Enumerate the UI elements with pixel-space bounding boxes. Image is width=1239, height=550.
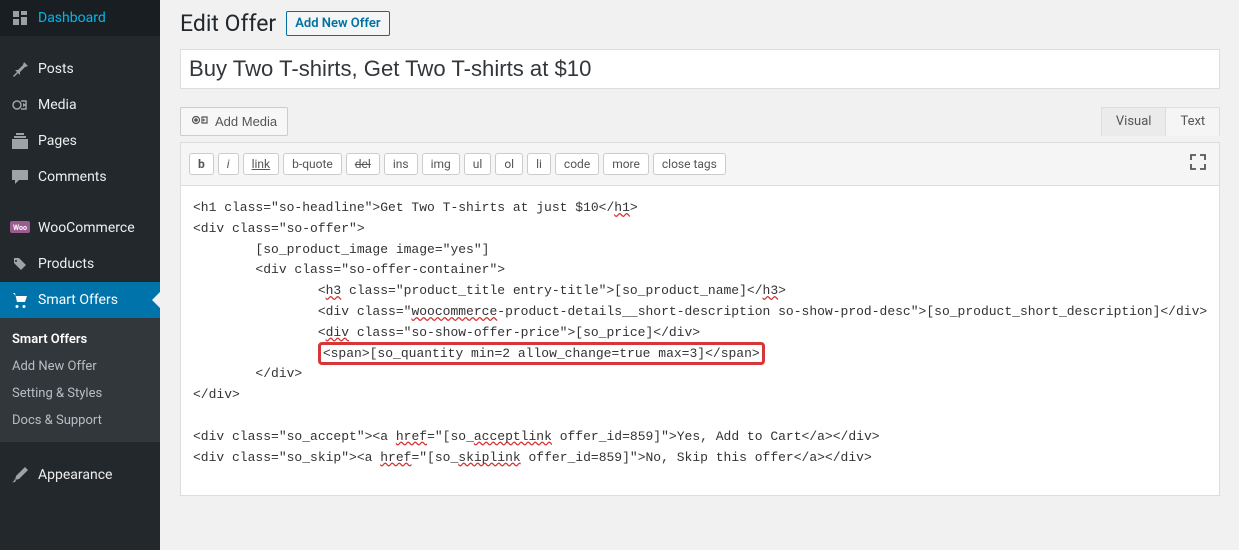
qt-ins-button[interactable]: ins [384,153,418,175]
sidebar-separator [0,447,160,452]
pages-icon [10,131,30,151]
content-textarea[interactable]: <h1 class="so-headline">Get Two T-shirts… [180,186,1220,496]
pin-icon [10,59,30,79]
admin-sidebar: Dashboard Posts Media Pages Comments Woo… [0,0,160,550]
sidebar-item-label: Posts [38,61,74,77]
page-header: Edit Offer Add New Offer [180,10,1220,37]
post-title-input[interactable] [180,49,1220,89]
sidebar-item-label: Appearance [38,467,112,483]
submenu-item-add-new-offer[interactable]: Add New Offer [0,353,160,380]
sidebar-item-label: Media [38,97,77,113]
qt-ul-button[interactable]: ul [464,153,492,175]
sidebar-item-dashboard[interactable]: Dashboard [0,0,160,36]
svg-text:Woo: Woo [13,224,27,232]
editor-tabs: Visual Text [1102,107,1220,136]
sidebar-item-woocommerce[interactable]: Woo WooCommerce [0,210,160,246]
qt-del-button[interactable]: del [346,153,380,175]
sidebar-item-smart-offers[interactable]: Smart Offers [0,282,160,318]
sidebar-item-label: Smart Offers [38,292,118,308]
sidebar-item-appearance[interactable]: Appearance [0,457,160,493]
qt-ol-button[interactable]: ol [495,153,523,175]
highlighted-shortcode: <span>[so_quantity min=2 allow_change=tr… [318,342,765,365]
submenu-item-setting-styles[interactable]: Setting & Styles [0,380,160,407]
sidebar-item-label: WooCommerce [38,220,135,236]
comments-icon [10,167,30,187]
sidebar-item-products[interactable]: Products [0,246,160,282]
qt-italic-button[interactable]: i [218,153,239,175]
add-media-label: Add Media [215,114,277,129]
tab-visual[interactable]: Visual [1101,107,1167,136]
products-icon [10,254,30,274]
submenu-item-docs-support[interactable]: Docs & Support [0,407,160,434]
qt-link-button[interactable]: link [243,153,280,175]
add-media-button[interactable]: Add Media [180,107,288,136]
sidebar-item-label: Products [38,256,94,272]
sidebar-submenu: Smart Offers Add New Offer Setting & Sty… [0,318,160,442]
cart-icon [10,290,30,310]
dashboard-icon [10,8,30,28]
qt-more-button[interactable]: more [603,153,649,175]
media-icon [10,95,30,115]
qt-li-button[interactable]: li [527,153,551,175]
add-new-offer-button[interactable]: Add New Offer [286,11,389,36]
submenu-item-smart-offers[interactable]: Smart Offers [0,326,160,353]
sidebar-item-comments[interactable]: Comments [0,159,160,195]
sidebar-item-media[interactable]: Media [0,87,160,123]
sidebar-separator [0,200,160,205]
qt-bquote-button[interactable]: b-quote [283,153,342,175]
woocommerce-icon: Woo [10,218,30,238]
editor-code-content: <h1 class="so-headline">Get Two T-shirts… [193,198,1207,468]
sidebar-item-label: Dashboard [38,10,106,26]
qt-bold-button[interactable]: b [189,153,214,175]
main-content: Edit Offer Add New Offer Add Media Visua… [160,0,1239,550]
quicktags-toolbar: b i link b-quote del ins img ul ol li co… [180,142,1220,186]
tab-text[interactable]: Text [1165,107,1220,136]
sidebar-item-label: Pages [38,133,77,149]
sidebar-item-posts[interactable]: Posts [0,51,160,87]
camera-music-icon [191,113,209,130]
qt-code-button[interactable]: code [555,153,599,175]
sidebar-item-label: Comments [38,169,107,185]
fullscreen-icon[interactable] [1185,149,1211,179]
sidebar-separator [0,41,160,46]
qt-close-tags-button[interactable]: close tags [653,153,726,175]
page-title: Edit Offer [180,10,276,37]
sidebar-item-pages[interactable]: Pages [0,123,160,159]
qt-img-button[interactable]: img [422,153,460,175]
brush-icon [10,465,30,485]
